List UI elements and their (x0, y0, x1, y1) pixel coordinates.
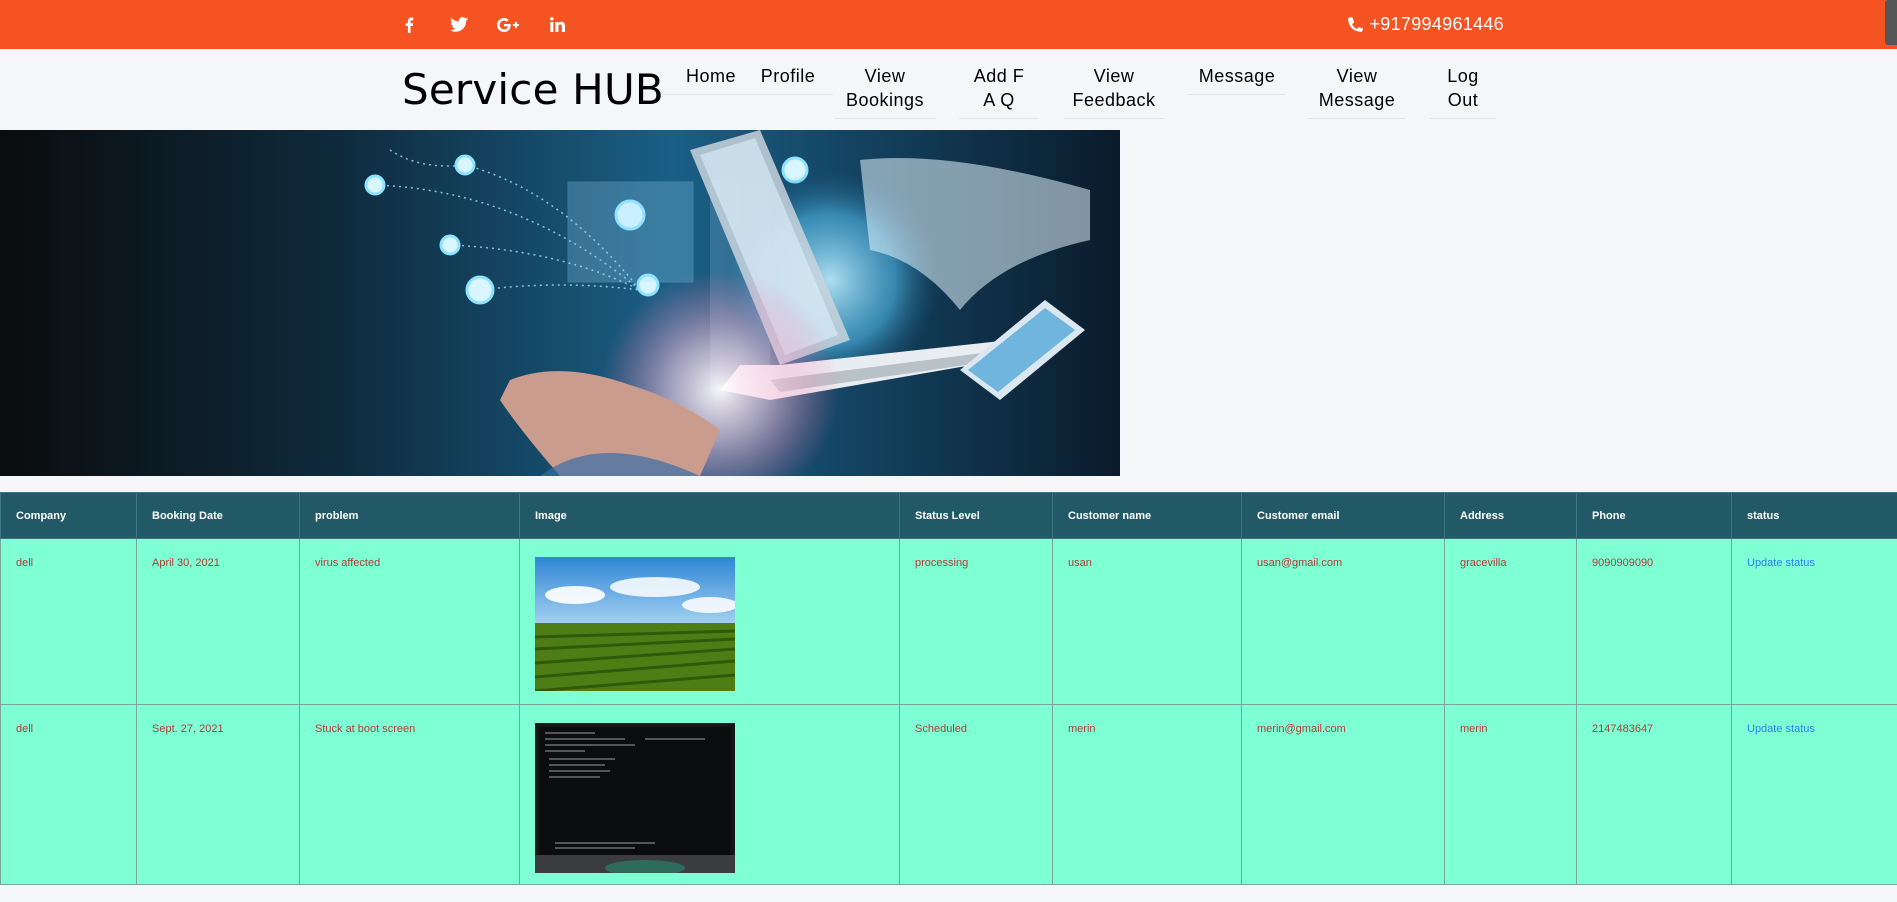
nav-label: View (864, 66, 906, 86)
cell-customer-name: merin (1052, 704, 1242, 885)
column-header: Image (519, 492, 900, 539)
cell-phone: 9090909090 (1576, 538, 1732, 705)
nav-add-faq[interactable]: Add F A Q (959, 64, 1039, 119)
nav-label: Message (1318, 90, 1396, 110)
cell-address: merin (1444, 704, 1577, 885)
nav-logout[interactable]: Log Out (1430, 64, 1496, 119)
cell-status-level: Scheduled (899, 704, 1053, 885)
table-row: dell Sept. 27, 2021 Stuck at boot screen (0, 704, 1897, 885)
cell-customer-email: usan@gmail.com (1241, 538, 1445, 705)
field-photo (535, 557, 735, 691)
boot-screen-photo (535, 723, 735, 873)
nav-view-feedback[interactable]: View Feedback (1064, 64, 1164, 119)
column-header: Company (0, 492, 137, 539)
cell-problem: virus affected (299, 538, 520, 705)
nav-label: Log (1447, 66, 1479, 86)
cell-customer-name: usan (1052, 538, 1242, 705)
column-header: Status Level (899, 492, 1053, 539)
nav-label: A Q (983, 90, 1015, 110)
nav-label: Add F (973, 66, 1025, 86)
nav-label: Feedback (1072, 90, 1156, 110)
nav-view-bookings[interactable]: View Bookings (834, 64, 936, 119)
column-header: status (1731, 492, 1897, 539)
brand-logo[interactable]: Service HUB (402, 65, 664, 114)
column-header: problem (299, 492, 520, 539)
cell-image (519, 704, 900, 885)
nav-profile[interactable]: Profile (743, 64, 833, 95)
cell-booking-date: Sept. 27, 2021 (136, 704, 300, 885)
column-header: Phone (1576, 492, 1732, 539)
nav-label: Bookings (845, 90, 925, 110)
nav-view-message[interactable]: View Message (1308, 64, 1406, 119)
table-header-row: Company Booking Date problem Image Statu… (0, 492, 1897, 539)
cell-image (519, 538, 900, 705)
cell-company: dell (0, 704, 137, 885)
side-tab[interactable] (1885, 0, 1897, 45)
google-plus-icon[interactable] (493, 0, 523, 49)
nav-label: View (1336, 66, 1378, 86)
nav-label: Profile (760, 66, 816, 86)
column-header: Booking Date (136, 492, 300, 539)
phone-number: +917994961446 (1369, 14, 1504, 34)
cell-phone: 2147483647 (1576, 704, 1732, 885)
cell-problem: Stuck at boot screen (299, 704, 520, 885)
cell-company: dell (0, 538, 137, 705)
twitter-icon[interactable] (444, 0, 474, 49)
bookings-table: Company Booking Date problem Image Statu… (0, 492, 1897, 885)
table-row: dell April 30, 2021 virus affected proce… (0, 538, 1897, 705)
nav-message[interactable]: Message (1188, 64, 1286, 95)
nav-label: View (1093, 66, 1135, 86)
column-header: Address (1444, 492, 1577, 539)
column-header: Customer email (1241, 492, 1445, 539)
nav-label: Out (1447, 90, 1479, 110)
column-header: Customer name (1052, 492, 1242, 539)
update-status-link[interactable]: Update status (1731, 704, 1897, 885)
nav-label: Message (1198, 66, 1276, 86)
facebook-icon[interactable] (394, 0, 424, 49)
phone-icon (1348, 16, 1364, 32)
cell-address: gracevilla (1444, 538, 1577, 705)
linkedin-icon[interactable] (542, 0, 572, 49)
update-status-link[interactable]: Update status (1731, 538, 1897, 705)
phone-contact[interactable]: +917994961446 (1347, 0, 1504, 49)
top-bar: +917994961446 (0, 0, 1897, 49)
hero-image (0, 130, 1120, 476)
cell-customer-email: merin@gmail.com (1241, 704, 1445, 885)
header-nav: Service HUB Home Profile View Bookings A… (0, 49, 1897, 130)
hero-banner (0, 130, 1120, 476)
cell-status-level: processing (899, 538, 1053, 705)
cell-booking-date: April 30, 2021 (136, 538, 300, 705)
